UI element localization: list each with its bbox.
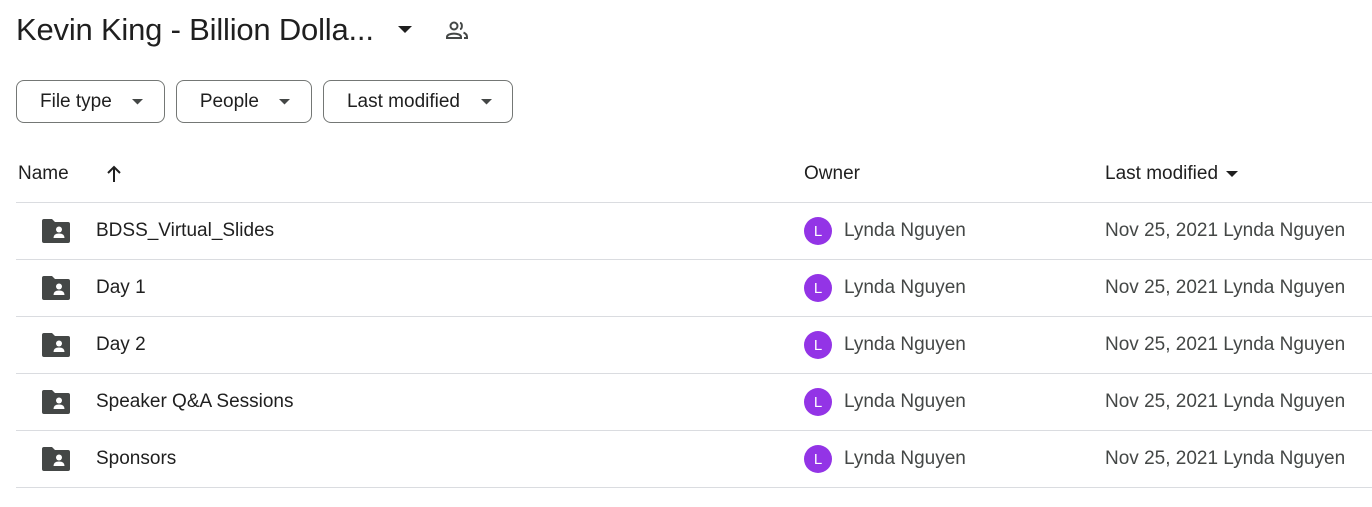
table-row[interactable]: Day 2 L Lynda Nguyen Nov 25, 2021 Lynda … (16, 317, 1372, 374)
filter-file-type[interactable]: File type (16, 80, 165, 123)
people-icon[interactable] (444, 17, 470, 43)
owner-cell: L Lynda Nguyen (804, 260, 966, 316)
shared-folder-icon (42, 276, 70, 300)
file-name: BDSS_Virtual_Slides (96, 220, 275, 241)
table-row[interactable]: BDSS_Virtual_Slides L Lynda Nguyen Nov 2… (16, 203, 1372, 260)
owner-name: Lynda Nguyen (844, 220, 966, 241)
last-modified: Nov 25, 2021 Lynda Nguyen (1105, 391, 1346, 412)
last-modified: Nov 25, 2021 Lynda Nguyen (1105, 448, 1346, 469)
owner-cell: L Lynda Nguyen (804, 317, 966, 373)
arrow-up-icon[interactable] (102, 162, 126, 186)
file-name: Speaker Q&A Sessions (96, 391, 294, 412)
owner-name: Lynda Nguyen (844, 277, 966, 298)
shared-folder-icon (42, 390, 70, 414)
shared-folder-icon (42, 447, 70, 471)
table-row[interactable]: Sponsors L Lynda Nguyen Nov 25, 2021 Lyn… (16, 431, 1372, 488)
avatar: L (804, 331, 832, 359)
column-header-last-modified[interactable]: Last modified (1105, 146, 1239, 202)
column-header-label: Last modified (1105, 163, 1219, 184)
filter-label: Last modified (346, 90, 460, 112)
page-title[interactable]: Kevin King - Billion Dolla... (16, 12, 374, 48)
last-modified: Nov 25, 2021 Lynda Nguyen (1105, 220, 1346, 241)
avatar: L (804, 217, 832, 245)
avatar: L (804, 274, 832, 302)
owner-name: Lynda Nguyen (844, 448, 966, 469)
file-name: Day 2 (96, 334, 146, 355)
caret-down-icon[interactable] (394, 19, 416, 41)
filter-label: File type (40, 90, 112, 112)
last-modified: Nov 25, 2021 Lynda Nguyen (1105, 277, 1346, 298)
folder-header: Kevin King - Billion Dolla... (16, 8, 470, 52)
table-row[interactable]: Speaker Q&A Sessions L Lynda Nguyen Nov … (16, 374, 1372, 431)
caret-down-icon (1226, 170, 1239, 178)
filter-last-modified[interactable]: Last modified (322, 80, 513, 123)
table-row[interactable]: Day 1 L Lynda Nguyen Nov 25, 2021 Lynda … (16, 260, 1372, 317)
avatar: L (804, 388, 832, 416)
owner-name: Lynda Nguyen (844, 334, 966, 355)
filter-people[interactable]: People (175, 80, 312, 123)
caret-down-icon (132, 96, 144, 108)
shared-folder-icon (42, 219, 70, 243)
owner-cell: L Lynda Nguyen (804, 203, 966, 259)
file-name: Day 1 (96, 277, 146, 298)
filter-label: People (199, 90, 259, 112)
file-name: Sponsors (96, 448, 177, 469)
column-header-name[interactable]: Name (18, 146, 69, 202)
caret-down-icon (480, 96, 492, 108)
owner-name: Lynda Nguyen (844, 391, 966, 412)
filter-bar: File type People Last modified (16, 80, 513, 123)
table-header: Name Owner Last modified (16, 146, 1372, 203)
owner-cell: L Lynda Nguyen (804, 374, 966, 430)
column-header-owner: Owner (804, 163, 860, 184)
owner-cell: L Lynda Nguyen (804, 431, 966, 487)
last-modified: Nov 25, 2021 Lynda Nguyen (1105, 334, 1346, 355)
caret-down-icon (279, 96, 291, 108)
avatar: L (804, 445, 832, 473)
file-list: Name Owner Last modified BDSS_Virtual_Sl… (16, 146, 1372, 488)
shared-folder-icon (42, 333, 70, 357)
